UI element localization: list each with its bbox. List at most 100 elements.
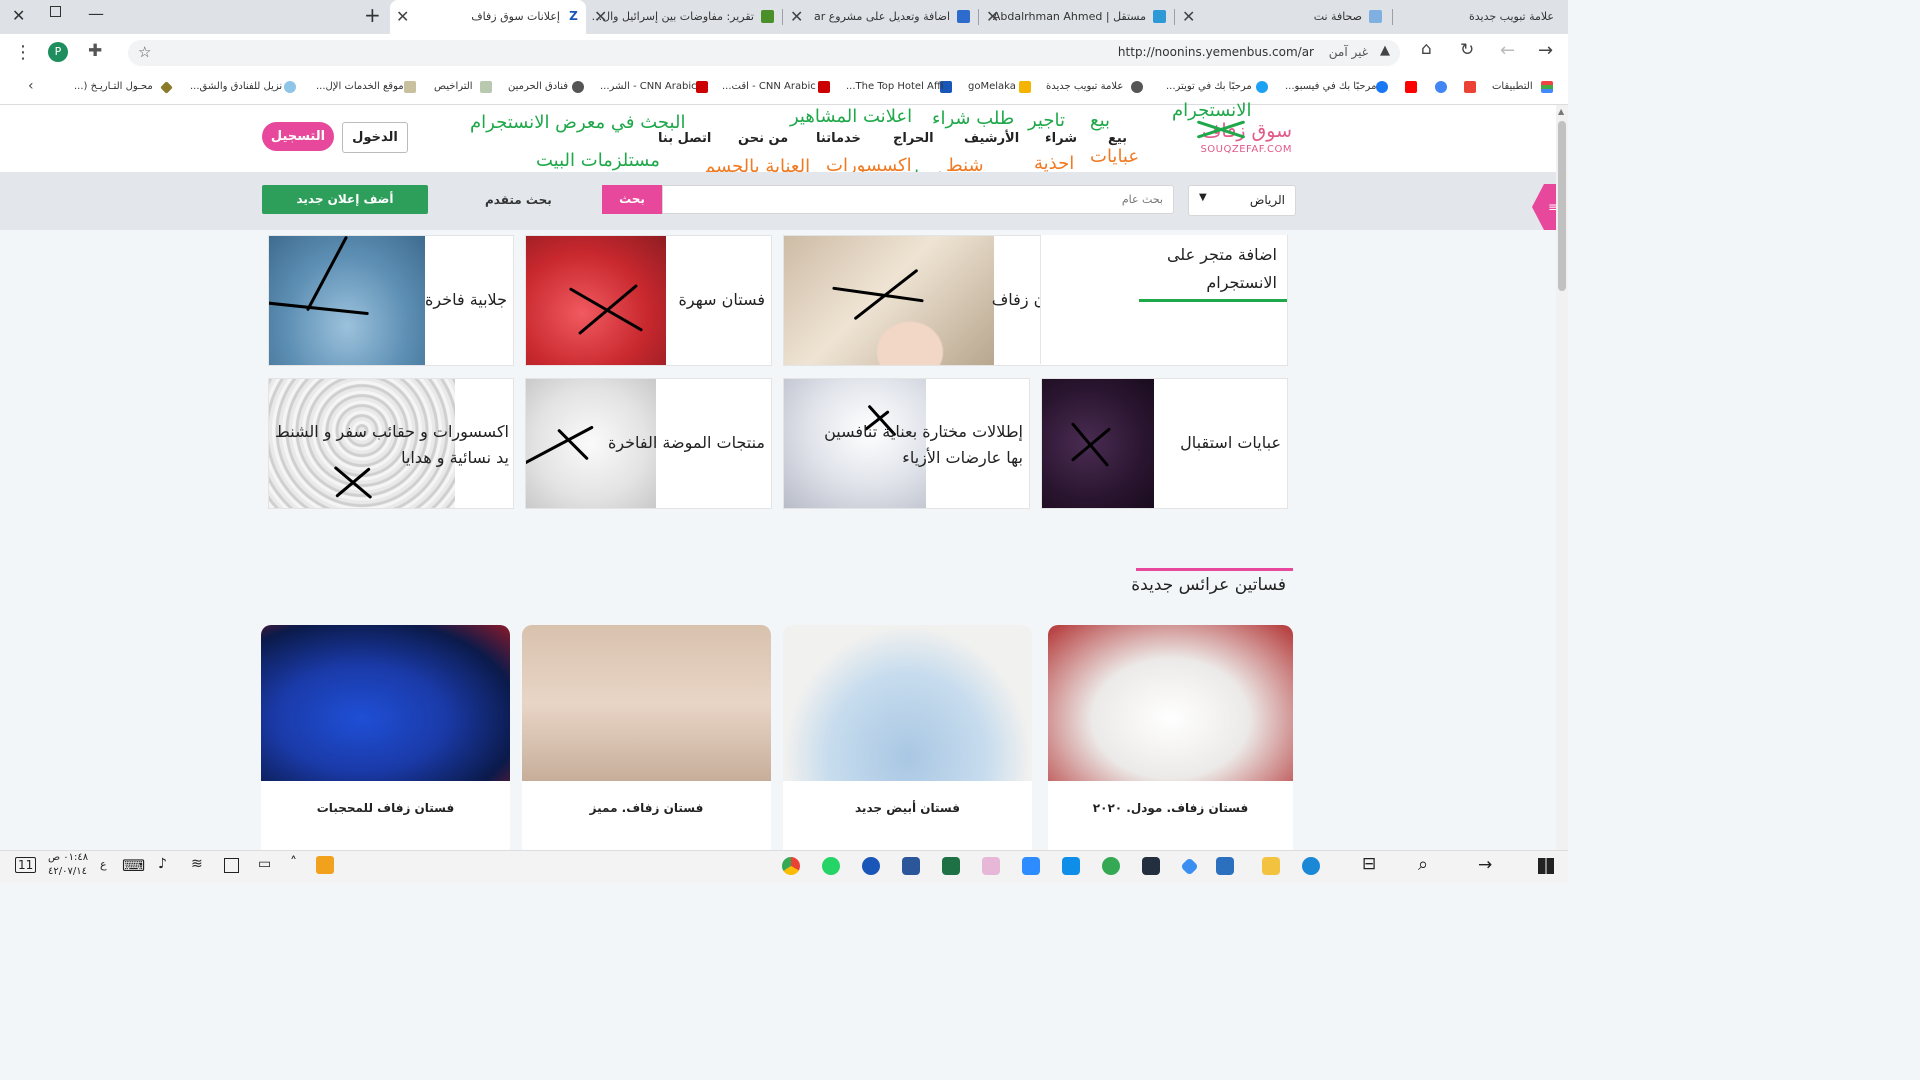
battery-icon[interactable]: ▭: [258, 856, 271, 872]
extensions-icon[interactable]: ✚: [88, 41, 102, 61]
search-button[interactable]: بحث: [602, 185, 662, 214]
product-card[interactable]: فستان زفاف للمحجبات: [261, 625, 510, 850]
search-input[interactable]: [662, 185, 1174, 214]
tab-project[interactable]: اضافة وتعديل على مشروع ar ✕: [784, 0, 976, 34]
category-card-reception-abayas[interactable]: عبايات استقبال: [1041, 378, 1288, 509]
tray-app-icon[interactable]: [224, 858, 239, 873]
clock-time[interactable]: ٠١:٤٨ ص: [48, 852, 88, 863]
chevron-down-icon: ▼: [1199, 192, 1207, 203]
bookmark-gomelaka[interactable]: goMelaka: [968, 81, 1016, 92]
bookmark-facebook[interactable]: مرحبًا بك في فيسبو...: [1285, 81, 1376, 92]
tripadvisor-icon[interactable]: [1102, 857, 1120, 875]
nav-services[interactable]: خدماتنا: [816, 131, 861, 146]
search-button-label: بحث: [619, 192, 645, 206]
tab-new-tab[interactable]: علامة تبويب جديدة: [1392, 0, 1568, 34]
edge-icon[interactable]: [1302, 857, 1320, 875]
close-tab-icon[interactable]: ✕: [396, 7, 409, 26]
bookmark-cnn-mideast[interactable]: CNN Arabic - الشر...: [600, 81, 697, 92]
tab-souq-zefaf[interactable]: Z إعلانات سوق زفاف ✕: [390, 0, 586, 34]
tab-sahafa[interactable]: صحافة نت ✕: [1176, 0, 1388, 34]
minimize-icon[interactable]: —: [88, 4, 104, 23]
file-explorer-icon[interactable]: [1262, 857, 1280, 875]
register-button[interactable]: التسجيل: [262, 122, 334, 151]
bookmark-haramain[interactable]: فنادق الحرمين: [508, 81, 568, 92]
tray-update-icon[interactable]: [316, 856, 334, 874]
nav-sell[interactable]: بيع: [1108, 131, 1127, 146]
paint-icon[interactable]: [982, 857, 1000, 875]
bookmark-twitter[interactable]: مرحبًا بك في تويتر...: [1166, 81, 1252, 92]
wifi-icon[interactable]: ≋: [191, 856, 203, 872]
nav-auction[interactable]: الحراج: [893, 131, 934, 146]
restore-icon[interactable]: [50, 6, 61, 17]
close-tab-icon[interactable]: ✕: [986, 7, 999, 26]
arrow-left-icon[interactable]: ←: [1500, 40, 1515, 61]
zoom-icon[interactable]: [1022, 857, 1040, 875]
home-icon[interactable]: ⌂: [1421, 39, 1432, 59]
chevron-left-icon[interactable]: ‹: [28, 78, 34, 94]
bookmark-date-converter[interactable]: محـول التـاريـخ (...: [74, 81, 153, 92]
bookmark-star-icon[interactable]: ☆: [138, 43, 151, 61]
bookmark-licenses[interactable]: التراخيص: [434, 81, 473, 92]
help-icon[interactable]: [862, 857, 880, 875]
keyboard-icon[interactable]: ⌨: [122, 856, 145, 875]
globe-icon: [1131, 81, 1143, 93]
annotation-instagram-search: البحث في معرض الانستجرام: [470, 112, 686, 133]
close-icon[interactable]: ✕: [12, 6, 25, 25]
arrow-right-icon[interactable]: →: [1538, 40, 1553, 61]
whatsapp-icon[interactable]: [822, 857, 840, 875]
new-tab-icon[interactable]: +: [364, 3, 381, 27]
amazon-icon[interactable]: [1142, 857, 1160, 875]
login-button[interactable]: الدخول: [342, 122, 408, 153]
tab-mostaql[interactable]: مستقل | Abdalrhman Ahmed ✕: [980, 0, 1172, 34]
advanced-search-link[interactable]: بحث متقدم: [485, 193, 552, 207]
close-tab-icon[interactable]: ✕: [1182, 7, 1195, 26]
category-card-curated-looks[interactable]: إطلالات مختارة بعناية تنافسين بها عارضات…: [783, 378, 1030, 509]
bookmark-top-hotel[interactable]: The Top Hotel Affi...: [846, 81, 944, 92]
chevron-up-icon[interactable]: ˄: [290, 855, 297, 871]
category-card-accessories-bags[interactable]: اكسسورات و حقائب سفر و الشنط يد نسائية و…: [268, 378, 514, 509]
mostaql-favicon: [1153, 10, 1166, 23]
teamviewer-icon[interactable]: [1062, 857, 1080, 875]
add-ad-button[interactable]: أضف إعلان جديد: [262, 185, 428, 214]
product-card[interactable]: فستان زفاف. مودل. ٢٠٢٠: [1048, 625, 1293, 850]
close-tab-icon[interactable]: ✕: [594, 7, 607, 26]
nav-about[interactable]: من نحن: [738, 131, 788, 146]
product-card[interactable]: فستان زفاف. مميز: [522, 625, 771, 850]
menu-dots-icon[interactable]: ⋮: [14, 42, 32, 63]
nav-archive[interactable]: الأرشيف: [964, 131, 1019, 146]
tab-news[interactable]: تقرير: مفاوضات بين إسرائيل وال... ✕: [588, 0, 780, 34]
chrome-icon[interactable]: [782, 857, 800, 875]
task-manager-icon[interactable]: ⊟: [1362, 854, 1376, 874]
bookmark-new-tab[interactable]: علامة تبويب جديدة: [1046, 81, 1123, 92]
annotation-rent: تاجير: [1028, 110, 1065, 131]
excel-icon[interactable]: [942, 857, 960, 875]
reload-icon[interactable]: ↻: [1460, 40, 1474, 60]
input-language[interactable]: ع: [100, 858, 107, 871]
address-bar[interactable]: ☆ http://noonins.yemenbus.com/ar غير آمن…: [128, 40, 1400, 66]
nav-contact[interactable]: اتصل بنا: [658, 131, 711, 146]
bookmark-apps[interactable]: التطبيقات: [1492, 81, 1533, 92]
category-card-luxury-fashion[interactable]: منتجات الموضة الفاخرة: [525, 378, 772, 509]
volume-icon[interactable]: ♪: [158, 856, 167, 872]
scroll-up-icon[interactable]: ▲: [1558, 107, 1564, 116]
mail-icon[interactable]: [1216, 857, 1234, 875]
category-card-instagram-store-front[interactable]: اضافة متجر على الانستجرام: [1040, 235, 1287, 364]
city-select[interactable]: الرياض ▼: [1188, 185, 1296, 216]
search-icon[interactable]: ⌕: [1418, 854, 1428, 875]
close-tab-icon[interactable]: ✕: [790, 7, 803, 26]
bookmark-eservices[interactable]: موقع الخدمات الإل...: [316, 81, 404, 92]
clock-date[interactable]: ٤٢/٠٧/١٤: [48, 866, 87, 877]
category-card-evening-dress[interactable]: فستان سهرة: [525, 235, 772, 366]
word-icon[interactable]: [902, 857, 920, 875]
category-card-luxury-jalabiya[interactable]: جلابية فاخرة: [268, 235, 514, 366]
product-card[interactable]: فستان أبيض جديد: [783, 625, 1032, 850]
windows-start-icon[interactable]: [1538, 858, 1554, 874]
scrollbar-thumb[interactable]: [1558, 121, 1566, 291]
nav-buy[interactable]: شراء: [1045, 131, 1077, 146]
notification-icon[interactable]: 11: [15, 857, 37, 873]
profile-avatar[interactable]: P: [48, 42, 68, 62]
bookmark-cnn-econ[interactable]: CNN Arabic - اقت...: [722, 81, 816, 92]
bookmark-nazeel[interactable]: نزيل للفنادق والشق...: [190, 81, 282, 92]
scrollbar[interactable]: ▲: [1556, 105, 1568, 851]
task-view-icon[interactable]: →: [1478, 855, 1492, 875]
